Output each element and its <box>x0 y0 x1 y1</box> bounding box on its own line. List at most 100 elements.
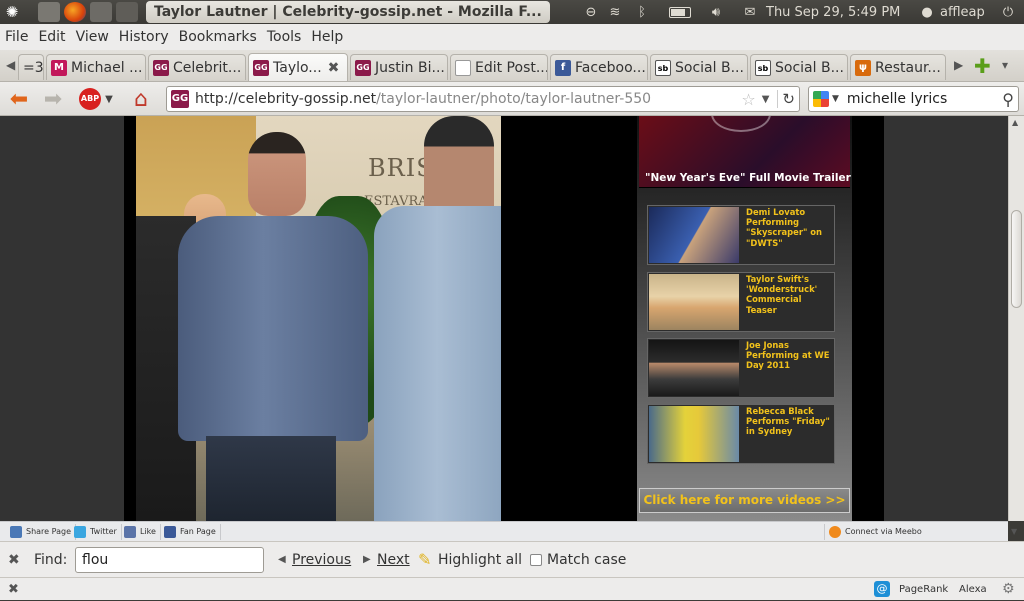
forward-arrow-icon[interactable]: ➡ <box>38 86 68 112</box>
firefox-launcher-icon[interactable] <box>64 2 86 22</box>
menu-edit[interactable]: Edit <box>33 24 70 50</box>
bluetooth-icon[interactable]: ᛒ <box>634 0 650 24</box>
video-thumbnail[interactable] <box>649 274 739 330</box>
like-button[interactable]: Like <box>120 524 161 540</box>
tab-facebook[interactable]: f Faceboo... <box>550 54 648 80</box>
user-status-icon[interactable]: ● <box>918 0 936 24</box>
adblock-icon[interactable]: ABP <box>78 86 102 112</box>
menu-history[interactable]: History <box>114 24 174 50</box>
tab-taylor-active[interactable]: GG Taylo... ✖ <box>248 53 348 81</box>
video-title[interactable]: Taylor Swift's 'Wonderstruck' Commercial… <box>746 274 834 315</box>
featured-video-caption[interactable]: "New Year's Eve" Full Movie Trailer <box>645 172 851 184</box>
play-button-icon[interactable] <box>711 116 771 132</box>
close-addon-bar-icon[interactable]: ✖ <box>8 578 19 601</box>
tab-label: =3 <box>23 59 44 76</box>
tab-scroll-left-icon[interactable]: ◀ <box>6 58 15 72</box>
more-videos-button[interactable]: Click here for more videos >> <box>639 488 850 513</box>
battery-icon[interactable] <box>666 0 694 24</box>
video-thumbnail[interactable] <box>649 340 739 396</box>
video-title[interactable]: Rebecca Black Performs "Friday" in Sydne… <box>746 406 834 437</box>
scroll-down-arrow-icon[interactable]: ▼ <box>1011 527 1017 536</box>
find-input[interactable] <box>75 547 264 573</box>
status-bar: ✖ @ PageRank Alexa ⚙ <box>0 577 1024 600</box>
share-page-button[interactable]: Share Page <box>6 524 76 540</box>
menu-bookmarks[interactable]: Bookmarks <box>174 24 262 50</box>
pidgin-launcher-icon[interactable] <box>90 2 112 22</box>
highlight-all-button[interactable]: Highlight all <box>438 542 522 578</box>
tab-label: Social B... <box>675 59 744 76</box>
menu-help[interactable]: Help <box>306 24 348 50</box>
url-dropdown-icon[interactable]: ▼ <box>762 94 770 105</box>
clock[interactable]: Thu Sep 29, 5:49 PM <box>766 0 908 24</box>
tab-edit-post[interactable]: Edit Post... <box>450 54 548 80</box>
search-magnifier-icon[interactable]: ⚲ <box>1002 90 1014 109</box>
minus-circle-icon[interactable]: ⊖ <box>582 0 600 24</box>
highlighter-icon[interactable]: ✎ <box>418 542 431 578</box>
menu-view[interactable]: View <box>71 24 114 50</box>
video-card[interactable]: Joe Jonas Performing at WE Day 2011 <box>647 338 835 398</box>
tab-celebrity[interactable]: GG Celebrit... <box>148 54 246 80</box>
close-tab-icon[interactable]: ✖ <box>328 60 340 76</box>
find-previous-button[interactable]: Previous <box>292 542 351 578</box>
list-all-tabs-icon[interactable]: ▾ <box>1002 58 1008 72</box>
google-engine-icon[interactable] <box>813 91 829 107</box>
search-input[interactable]: michelle lyrics <box>847 91 947 107</box>
tab-restaurant[interactable]: ψ Restaur... <box>850 54 946 80</box>
meebo-connect-button[interactable]: Connect via Meebo <box>824 524 1006 540</box>
next-arrow-icon[interactable]: ▶ <box>363 542 371 578</box>
twitter-button[interactable]: Twitter <box>70 524 122 540</box>
url-bar[interactable]: GG http://celebrity-gossip.net /taylor-l… <box>166 86 800 112</box>
pagerank-label[interactable]: PageRank <box>899 578 948 601</box>
mail-icon[interactable]: ✉ <box>739 0 761 24</box>
home-icon[interactable]: ⌂ <box>128 86 154 112</box>
video-card[interactable]: Taylor Swift's 'Wonderstruck' Commercial… <box>647 272 835 332</box>
bookmark-star-icon[interactable]: ☆ <box>741 90 755 109</box>
search-bar[interactable]: ▼ michelle lyrics ⚲ <box>808 86 1019 112</box>
match-case-checkbox[interactable] <box>530 542 542 578</box>
video-card[interactable]: Demi Lovato Performing "Skyscraper" on "… <box>647 205 835 265</box>
tab-label: Restaur... <box>875 59 941 76</box>
tab-michael[interactable]: M Michael ... <box>46 54 146 80</box>
settings-gear-icon[interactable]: ⚙ <box>1002 578 1015 601</box>
scroll-up-arrow-icon[interactable]: ▲ <box>1012 118 1018 127</box>
video-card[interactable]: Rebecca Black Performs "Friday" in Sydne… <box>647 404 835 464</box>
tab-overflow[interactable]: =3 <box>18 54 44 80</box>
wifi-icon[interactable]: ≋ <box>604 0 626 24</box>
tab-social-2[interactable]: sb Social B... <box>750 54 848 80</box>
vertical-scrollbar[interactable]: ▲ <box>1008 116 1024 521</box>
tab-scroll-right-icon[interactable]: ▶ <box>954 58 963 72</box>
video-title[interactable]: Demi Lovato Performing "Skyscraper" on "… <box>746 207 834 248</box>
match-case-label[interactable]: Match case <box>547 542 626 578</box>
fan-page-button[interactable]: Fan Page <box>160 524 221 540</box>
reload-icon[interactable]: ↻ <box>777 90 795 108</box>
close-find-bar-icon[interactable]: ✖ <box>8 542 20 578</box>
facebook-icon: f <box>555 59 571 76</box>
tab-label: Celebrit... <box>173 59 242 76</box>
ubuntu-logo-icon[interactable]: ✺ <box>0 0 24 24</box>
previous-arrow-icon[interactable]: ◀ <box>278 542 286 578</box>
user-name[interactable]: affleap <box>940 0 992 24</box>
video-thumbnail[interactable] <box>649 406 739 462</box>
video-title[interactable]: Joe Jonas Performing at WE Day 2011 <box>746 340 834 371</box>
tab-social-1[interactable]: sb Social B... <box>650 54 748 80</box>
celebrity-photo[interactable]: BRISTO ESTAVRANT <box>136 116 501 521</box>
find-next-button[interactable]: Next <box>377 542 410 578</box>
at-sign-icon[interactable]: @ <box>874 578 890 601</box>
video-thumbnail[interactable] <box>649 207 739 263</box>
scrollbar-thumb[interactable] <box>1011 210 1022 308</box>
settings-launcher-icon[interactable] <box>116 2 138 22</box>
volume-icon[interactable]: 🔊︎ <box>704 0 728 24</box>
back-arrow-icon[interactable]: ⬅ <box>4 86 34 112</box>
photo-person-shirt <box>178 216 368 441</box>
menu-tools[interactable]: Tools <box>262 24 307 50</box>
tab-favicon-icon: GG <box>253 59 269 76</box>
like-label: Like <box>140 527 156 536</box>
tab-justin[interactable]: GG Justin Bi... <box>350 54 448 80</box>
new-tab-plus-icon[interactable]: ✚ <box>974 54 991 78</box>
engine-dropdown-icon[interactable]: ▼ <box>832 94 839 104</box>
menu-file[interactable]: File <box>0 24 33 50</box>
adblock-dropdown-icon[interactable]: ▼ <box>102 86 116 112</box>
power-icon[interactable]: ⏻ <box>998 0 1018 24</box>
alexa-label[interactable]: Alexa <box>959 578 987 601</box>
text-editor-launcher-icon[interactable] <box>38 2 60 22</box>
